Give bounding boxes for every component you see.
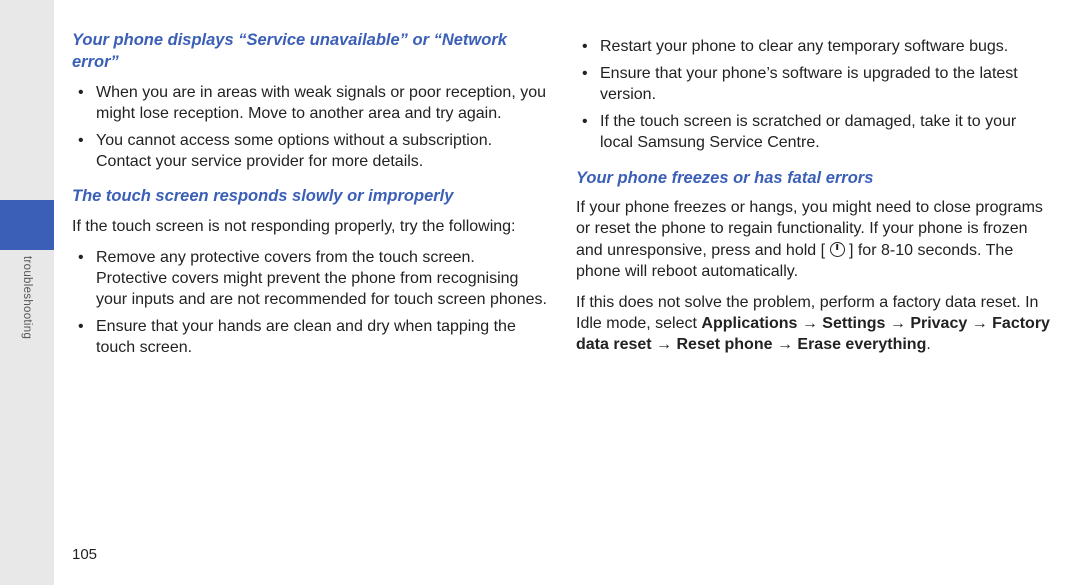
side-tab-label: troubleshooting [0, 256, 54, 376]
bullet-list: Restart your phone to clear any temporar… [576, 36, 1052, 154]
paragraph: If your phone freezes or hangs, you migh… [576, 197, 1052, 281]
content-area: Your phone displays “Service unavailable… [72, 30, 1052, 561]
list-item: Remove any protective covers from the to… [72, 247, 548, 310]
columns: Your phone displays “Service unavailable… [72, 30, 1052, 368]
page: troubleshooting Your phone displays “Ser… [0, 0, 1080, 585]
list-item: If the touch screen is scratched or dama… [576, 111, 1052, 153]
list-item: Ensure that your phone’s software is upg… [576, 63, 1052, 105]
paragraph: If the touch screen is not responding pr… [72, 216, 548, 237]
heading-touch-screen-slow: The touch screen responds slowly or impr… [72, 186, 548, 208]
bullet-list: When you are in areas with weak signals … [72, 82, 548, 172]
list-item: You cannot access some options without a… [72, 130, 548, 172]
list-item: Restart your phone to clear any temporar… [576, 36, 1052, 57]
page-number: 105 [72, 546, 97, 563]
paragraph: If this does not solve the problem, perf… [576, 292, 1052, 355]
heading-phone-freezes: Your phone freezes or has fatal errors [576, 168, 1052, 190]
side-tab-text: troubleshooting [21, 256, 33, 339]
power-icon [830, 242, 845, 257]
side-tab-accent [0, 200, 54, 250]
right-column: Restart your phone to clear any temporar… [576, 30, 1052, 368]
side-tab-strip: troubleshooting [0, 0, 54, 585]
heading-service-unavailable: Your phone displays “Service unavailable… [72, 30, 548, 74]
bullet-list: Remove any protective covers from the to… [72, 247, 548, 359]
paragraph-text: . [926, 336, 930, 353]
list-item: Ensure that your hands are clean and dry… [72, 316, 548, 358]
list-item: When you are in areas with weak signals … [72, 82, 548, 124]
left-column: Your phone displays “Service unavailable… [72, 30, 548, 368]
